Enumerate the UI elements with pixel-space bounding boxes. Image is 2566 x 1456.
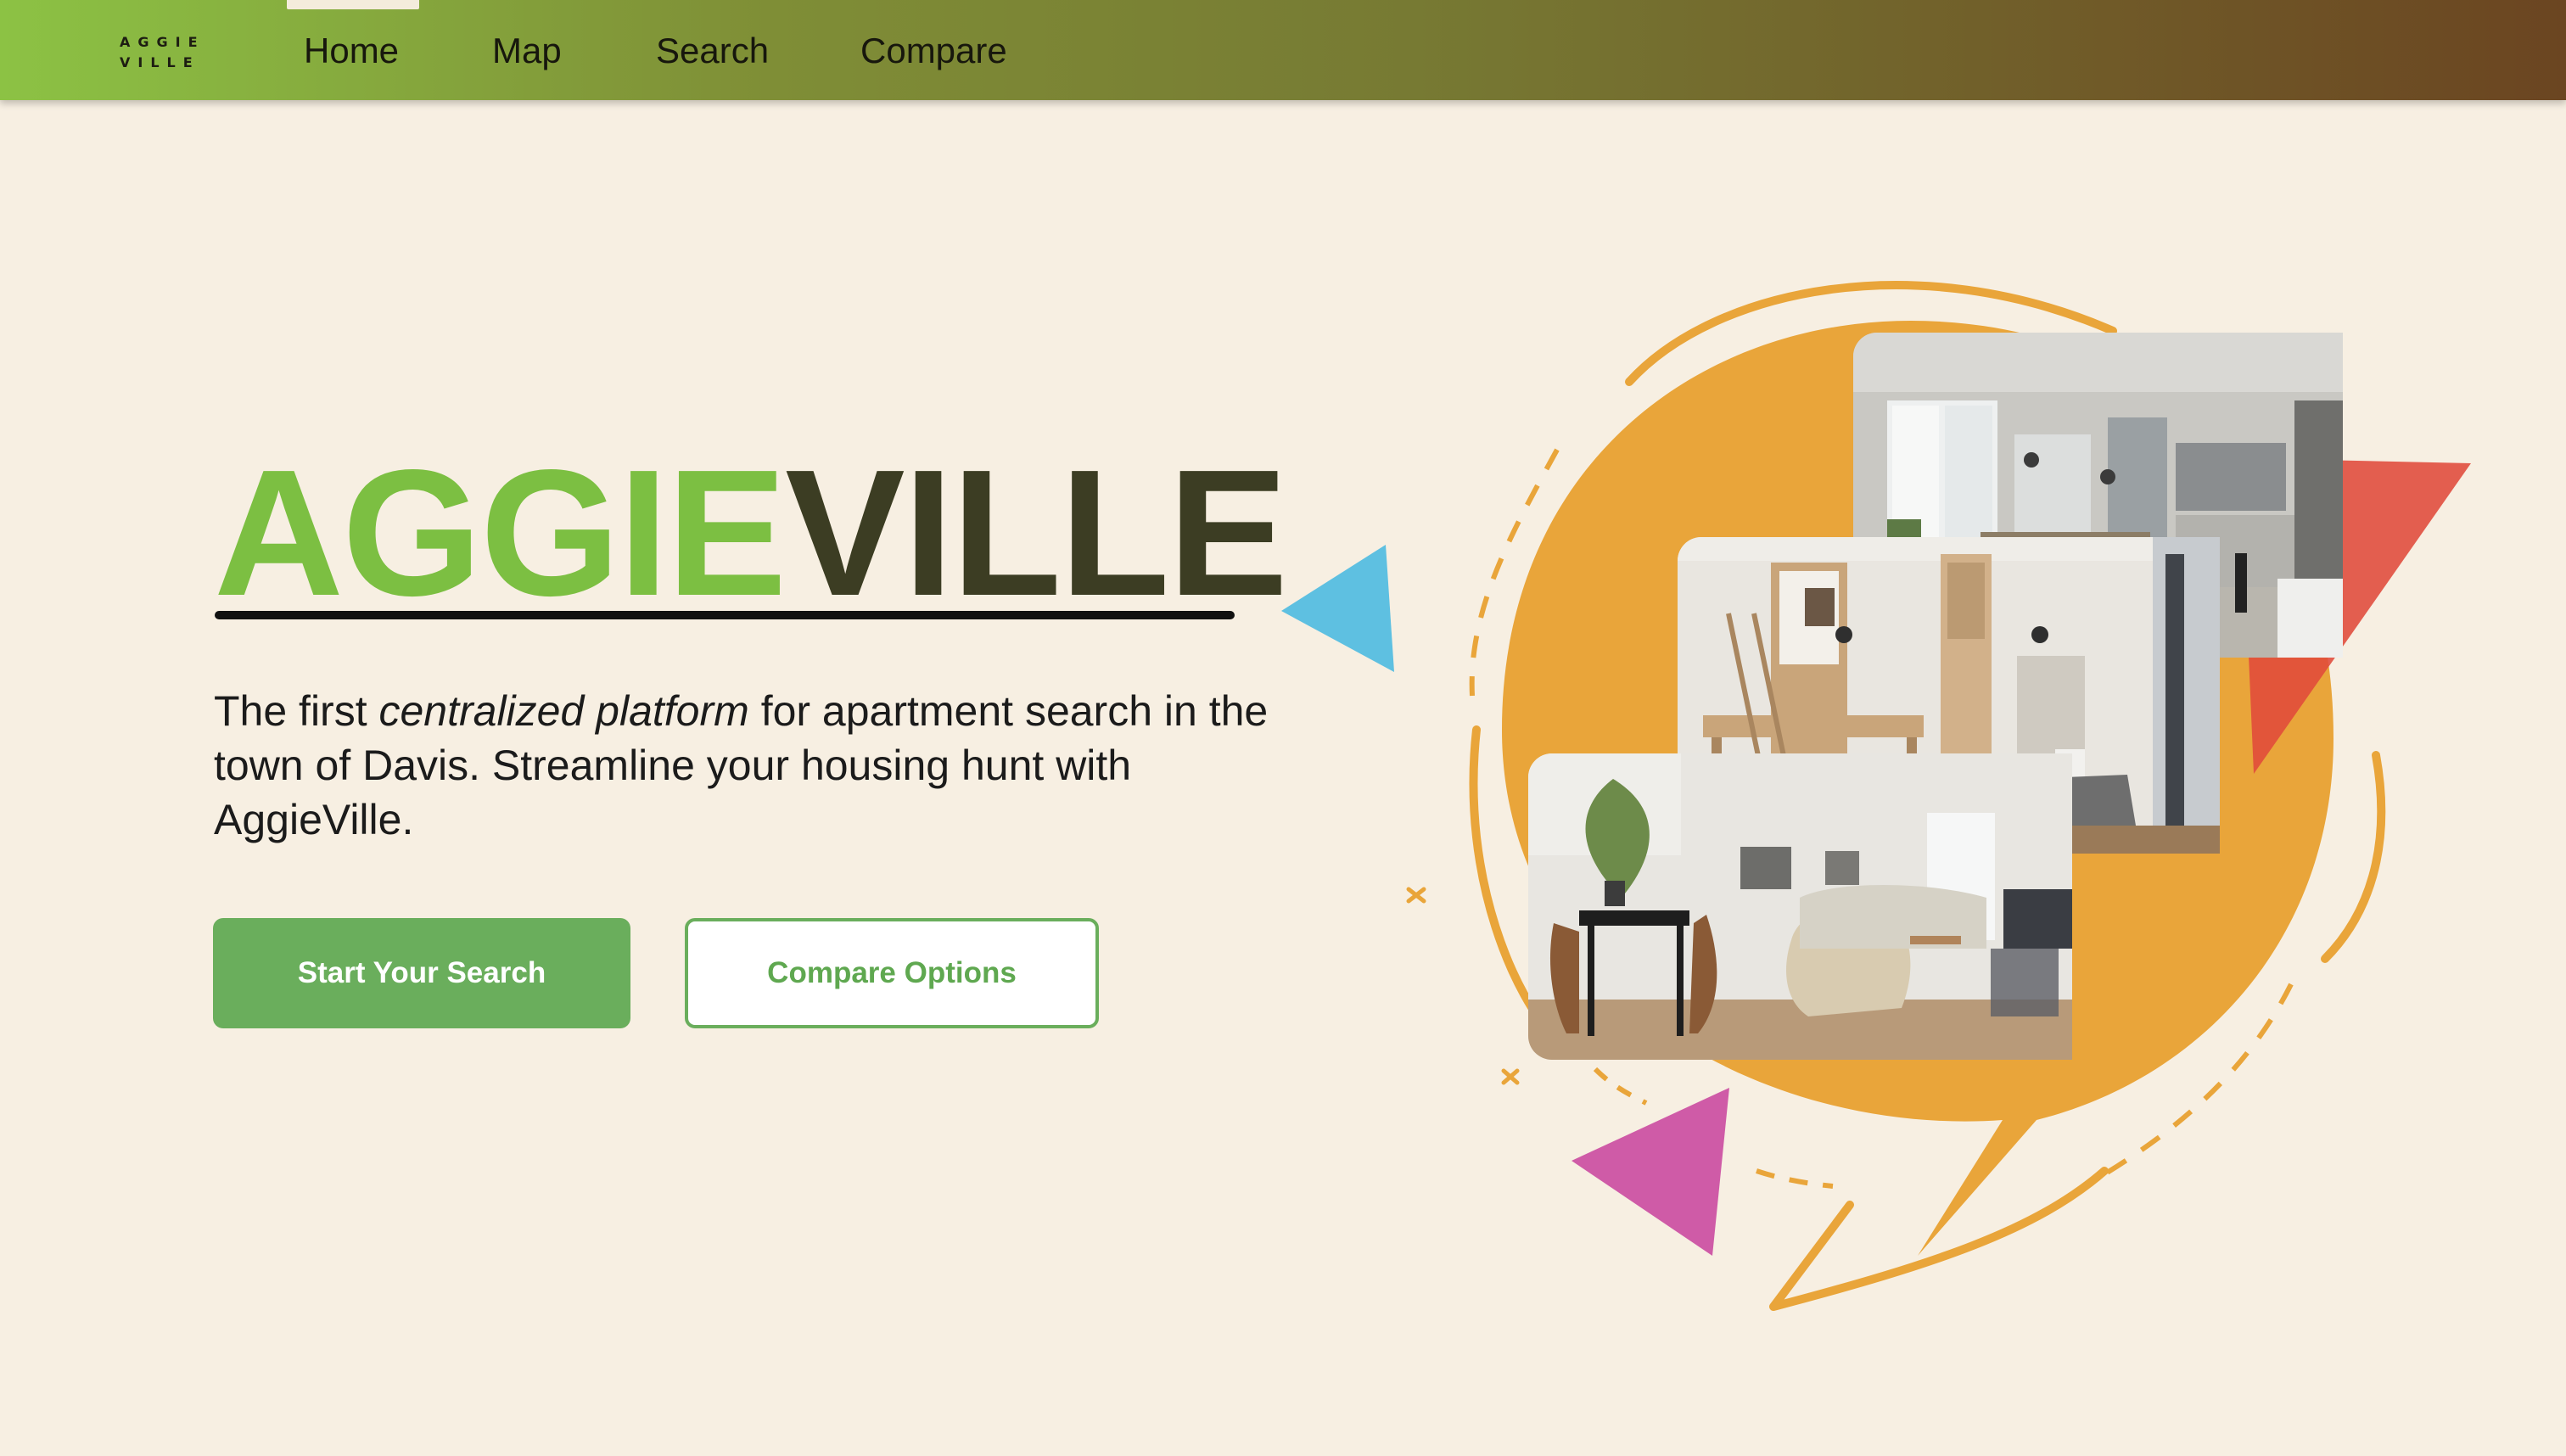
blue-triangle-icon xyxy=(1281,545,1394,672)
sparkle-icon-1 xyxy=(1406,887,1426,904)
nav-home[interactable]: Home xyxy=(304,25,399,76)
hero-title: AGGIEVILLE xyxy=(214,440,1288,626)
nav-search[interactable]: Search xyxy=(656,25,769,76)
orange-tail-outline xyxy=(1769,1167,2109,1311)
nav-compare[interactable]: Compare xyxy=(860,25,1007,76)
top-navbar: AGGIE VILLE Home Map Search Compare xyxy=(0,0,2566,100)
logo-line-2: VILLE xyxy=(120,54,200,70)
living-room-photo-svg xyxy=(1528,753,2072,1060)
hero-tagline: The first centralized platform for apart… xyxy=(214,684,1317,847)
orange-arc-right xyxy=(2321,751,2386,963)
hero-title-aggie: AGGIE xyxy=(214,432,787,633)
hero-illustration xyxy=(1256,255,2566,1358)
compare-options-button[interactable]: Compare Options xyxy=(685,918,1099,1028)
nav-active-indicator xyxy=(287,0,419,9)
logo-line-1: AGGIE xyxy=(120,34,205,50)
apartment-photo-living-room xyxy=(1528,753,2072,1060)
hero-title-ville: VILLE xyxy=(785,432,1288,633)
title-underline xyxy=(215,611,1235,619)
dashed-arc-lower xyxy=(1756,1168,1834,1189)
tagline-emphasis: centralized platform xyxy=(378,687,749,735)
nav-map[interactable]: Map xyxy=(492,25,562,76)
aggieville-logo[interactable]: AGGIE VILLE xyxy=(112,32,205,73)
sparkle-icon-2 xyxy=(1501,1068,1520,1085)
dashed-arc-small xyxy=(1593,1067,1648,1106)
tagline-prefix: The first xyxy=(214,687,379,735)
magenta-triangle-icon xyxy=(1572,1088,1729,1256)
start-search-button[interactable]: Start Your Search xyxy=(213,918,630,1028)
